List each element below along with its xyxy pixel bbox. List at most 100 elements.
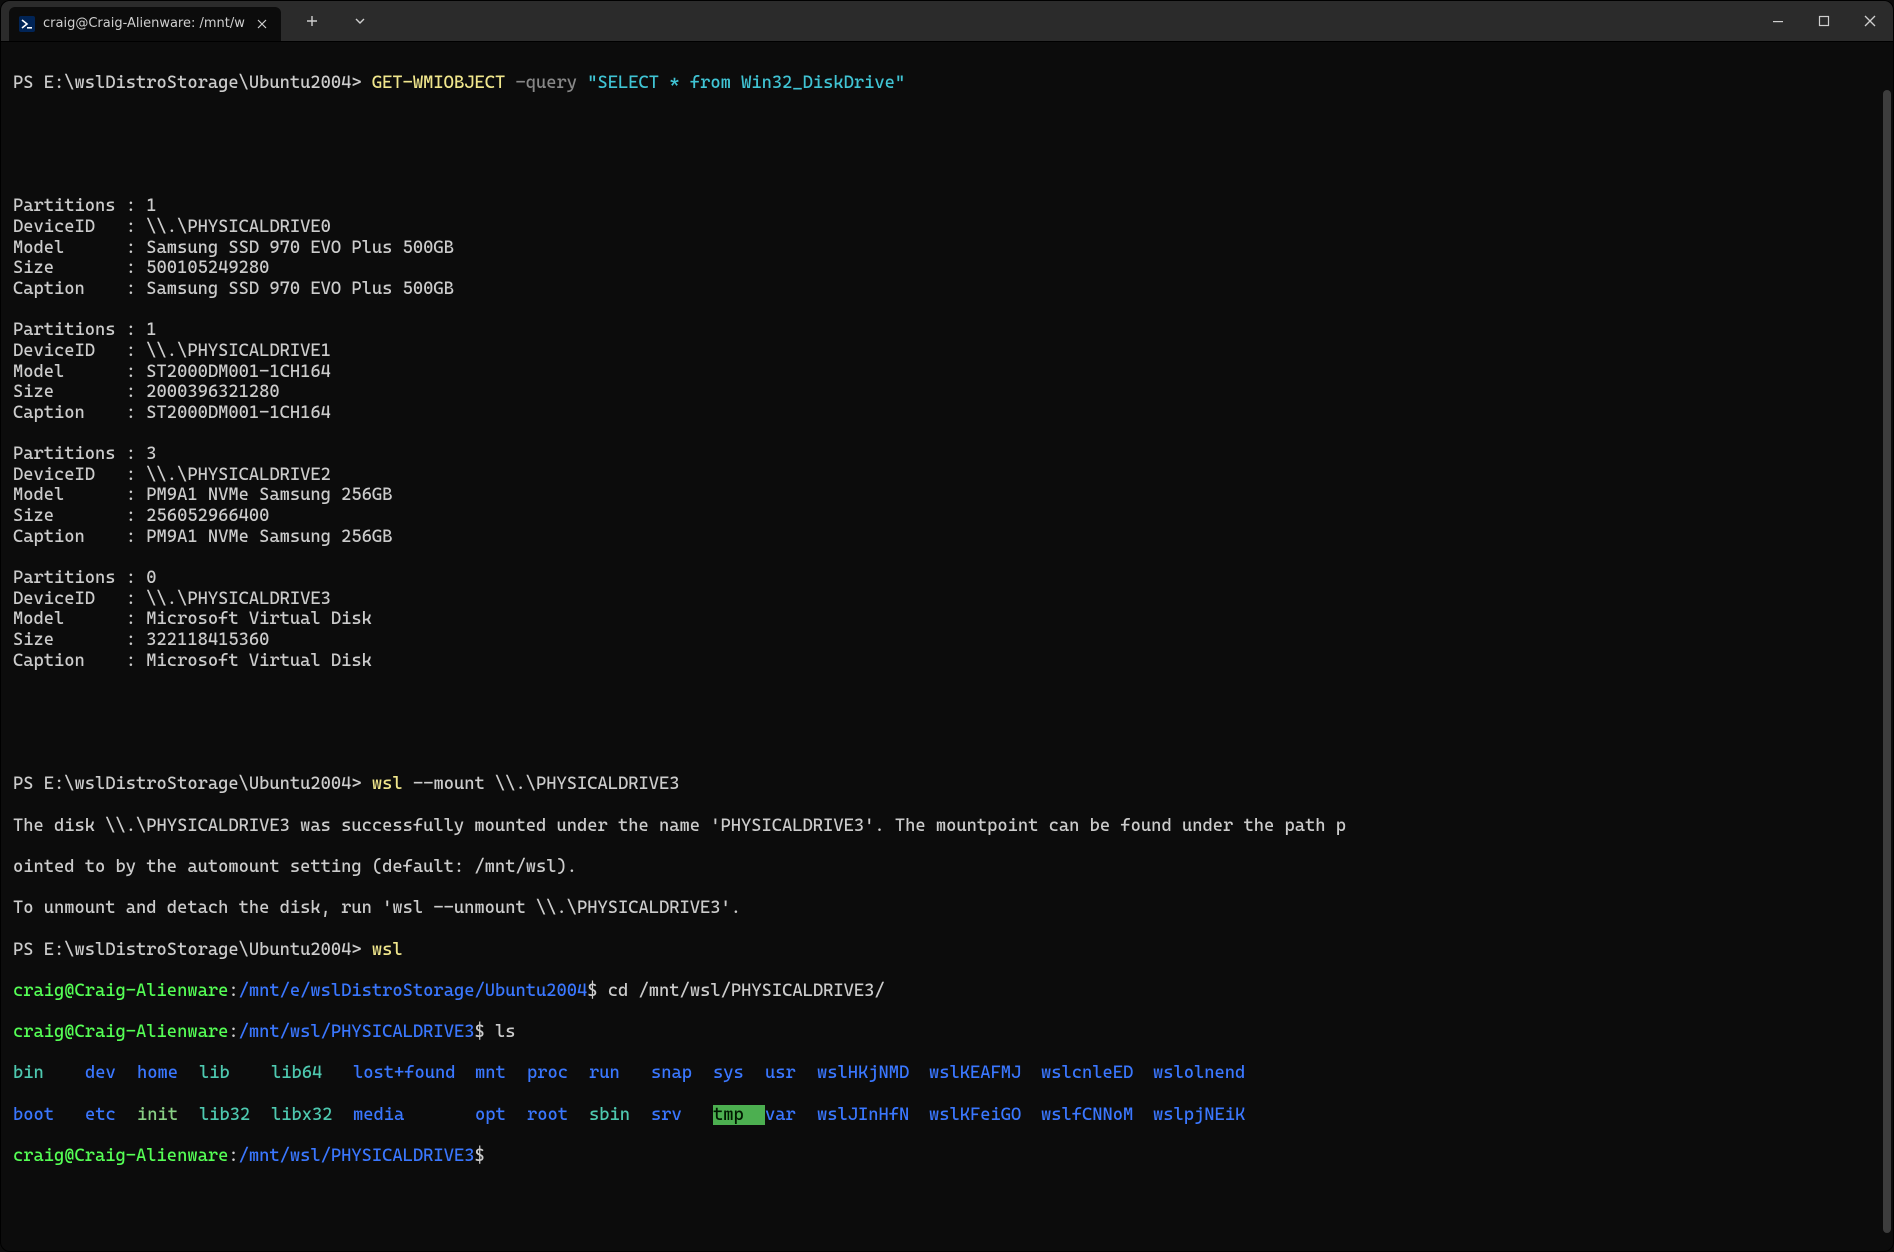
ls-entry: libx32	[271, 1105, 353, 1126]
ls-entry: lib32	[199, 1105, 271, 1126]
tab-dropdown-button[interactable]	[347, 8, 373, 34]
ls-entry: mnt	[475, 1063, 527, 1084]
dollar: $	[474, 1146, 484, 1166]
ls-entry: wslpjNEiK	[1153, 1105, 1265, 1126]
prompt-line: PS E:\wslDistroStorage\Ubuntu2004> wsl -…	[13, 774, 1881, 795]
terminal-window: craig@Craig-Alienware: /mnt/w	[0, 0, 1894, 1252]
ls-entry: snap	[651, 1063, 713, 1084]
cmdlet: GET-WMIOBJECT	[372, 73, 505, 93]
blank-line	[13, 733, 1881, 754]
ls-entry: etc	[85, 1105, 137, 1126]
wmi-field-row: DeviceID : \\.\PHYSICALDRIVE2	[13, 465, 1881, 486]
cmd: wsl	[372, 940, 403, 960]
wmi-field-row: DeviceID : \\.\PHYSICALDRIVE3	[13, 589, 1881, 610]
tabstrip-actions	[281, 1, 373, 41]
ls-output-row: bootetcinitlib32libx32mediaoptrootsbinsr…	[13, 1105, 1881, 1126]
cmd-args: --mount \\.\PHYSICALDRIVE3	[413, 774, 680, 794]
maximize-button[interactable]	[1801, 1, 1847, 41]
powershell-icon	[19, 16, 35, 32]
wmi-field-row: Size : 2000396321280	[13, 382, 1881, 403]
bash-cmd: ls	[495, 1022, 516, 1042]
wmi-field-row: Caption : Microsoft Virtual Disk	[13, 651, 1881, 672]
wmi-field-row: Partitions : 1	[13, 196, 1881, 217]
wmi-field-row: Caption : PM9A1 NVMe Samsung 256GB	[13, 527, 1881, 548]
ls-entry: boot	[13, 1105, 85, 1126]
blank-line	[13, 424, 1881, 445]
ls-entry: wslKEAFMJ	[929, 1063, 1041, 1084]
scrollbar-thumb[interactable]	[1883, 90, 1891, 1233]
ls-entry: sys	[713, 1063, 765, 1084]
ls-entry: init	[137, 1105, 199, 1126]
wmi-field-row: DeviceID : \\.\PHYSICALDRIVE1	[13, 341, 1881, 362]
tab-title: craig@Craig-Alienware: /mnt/w	[43, 16, 245, 31]
wmi-field-row: Size : 500105249280	[13, 258, 1881, 279]
ls-entry: lib64	[271, 1063, 353, 1084]
ls-entry: sbin	[589, 1105, 651, 1126]
ls-entry: wslolnend	[1153, 1063, 1265, 1084]
ls-entry: bin	[13, 1063, 85, 1084]
ls-entry: dev	[85, 1063, 137, 1084]
colon: :	[228, 981, 238, 1001]
wmi-field-row: Caption : ST2000DM001-1CH164	[13, 403, 1881, 424]
wmi-field-row: DeviceID : \\.\PHYSICALDRIVE0	[13, 217, 1881, 238]
ls-entry: wslKFeiGO	[929, 1105, 1041, 1126]
wmi-field-row: Size : 256052966400	[13, 506, 1881, 527]
bash-cwd: /mnt/wsl/PHYSICALDRIVE3	[239, 1146, 475, 1166]
ls-entry: home	[137, 1063, 199, 1084]
colon: :	[228, 1022, 238, 1042]
minimize-button[interactable]	[1755, 1, 1801, 41]
bash-cmd: cd /mnt/wsl/PHYSICALDRIVE3/	[608, 981, 885, 1001]
wmi-field-row: Model : Microsoft Virtual Disk	[13, 609, 1881, 630]
blank-line	[13, 692, 1881, 713]
window-controls	[1755, 1, 1893, 41]
ls-entry: run	[589, 1063, 651, 1084]
ls-entry: wslHKjNMD	[817, 1063, 929, 1084]
titlebar-drag-region[interactable]	[373, 1, 1755, 41]
blank-line	[13, 114, 1881, 135]
ps-prompt: PS E:\wslDistroStorage\Ubuntu2004>	[13, 774, 362, 794]
ls-entry: lost+found	[353, 1063, 475, 1084]
close-button[interactable]	[1847, 1, 1893, 41]
ls-entry: srv	[651, 1105, 713, 1126]
bash-user-host: craig@Craig-Alienware	[13, 1022, 228, 1042]
ls-entry: tmp	[713, 1105, 765, 1126]
wmi-field-row: Partitions : 3	[13, 444, 1881, 465]
bash-prompt-line: craig@Craig-Alienware:/mnt/wsl/PHYSICALD…	[13, 1022, 1881, 1043]
blank-line	[13, 300, 1881, 321]
ls-entry: opt	[475, 1105, 527, 1126]
cmd-param: -query	[515, 73, 577, 93]
bash-prompt-line: craig@Craig-Alienware:/mnt/e/wslDistroSt…	[13, 981, 1881, 1002]
tab-close-button[interactable]	[253, 15, 271, 33]
ls-entry: var	[765, 1105, 817, 1126]
tab-strip: craig@Craig-Alienware: /mnt/w	[1, 1, 281, 41]
dollar: $	[587, 981, 597, 1001]
ls-entry: wslJInHfN	[817, 1105, 929, 1126]
new-tab-button[interactable]	[299, 8, 325, 34]
ps-prompt: PS E:\wslDistroStorage\Ubuntu2004>	[13, 73, 362, 93]
prompt-line: PS E:\wslDistroStorage\Ubuntu2004> wsl	[13, 940, 1881, 961]
ls-output-row: bindevhomeliblib64lost+foundmntprocrunsn…	[13, 1063, 1881, 1084]
bash-user-host: craig@Craig-Alienware	[13, 981, 228, 1001]
ls-entry: usr	[765, 1063, 817, 1084]
ls-entry: proc	[527, 1063, 589, 1084]
wmi-field-row: Partitions : 1	[13, 320, 1881, 341]
bash-cwd: /mnt/e/wslDistroStorage/Ubuntu2004	[239, 981, 588, 1001]
colon: :	[228, 1146, 238, 1166]
ps-prompt: PS E:\wslDistroStorage\Ubuntu2004>	[13, 940, 362, 960]
wmi-field-row: Partitions : 0	[13, 568, 1881, 589]
bash-user-host: craig@Craig-Alienware	[13, 1146, 228, 1166]
dollar: $	[474, 1022, 484, 1042]
ls-entry: wslfCNNoM	[1041, 1105, 1153, 1126]
terminal-viewport[interactable]: PS E:\wslDistroStorage\Ubuntu2004> GET-W…	[1, 42, 1893, 1251]
titlebar: craig@Craig-Alienware: /mnt/w	[1, 1, 1893, 42]
bash-cwd: /mnt/wsl/PHYSICALDRIVE3	[239, 1022, 475, 1042]
scrollbar[interactable]	[1881, 82, 1891, 1241]
output-line: The disk \\.\PHYSICALDRIVE3 was successf…	[13, 816, 1881, 837]
ls-entry: root	[527, 1105, 589, 1126]
wmi-output: Partitions : 1DeviceID : \\.\PHYSICALDRI…	[13, 196, 1881, 671]
cmd-query-string: "SELECT * from Win32_DiskDrive"	[587, 73, 905, 93]
wmi-field-row: Model : PM9A1 NVMe Samsung 256GB	[13, 485, 1881, 506]
bash-prompt-line: craig@Craig-Alienware:/mnt/wsl/PHYSICALD…	[13, 1146, 1881, 1167]
ls-entry: wslcnleED	[1041, 1063, 1153, 1084]
tab-active[interactable]: craig@Craig-Alienware: /mnt/w	[9, 7, 281, 41]
